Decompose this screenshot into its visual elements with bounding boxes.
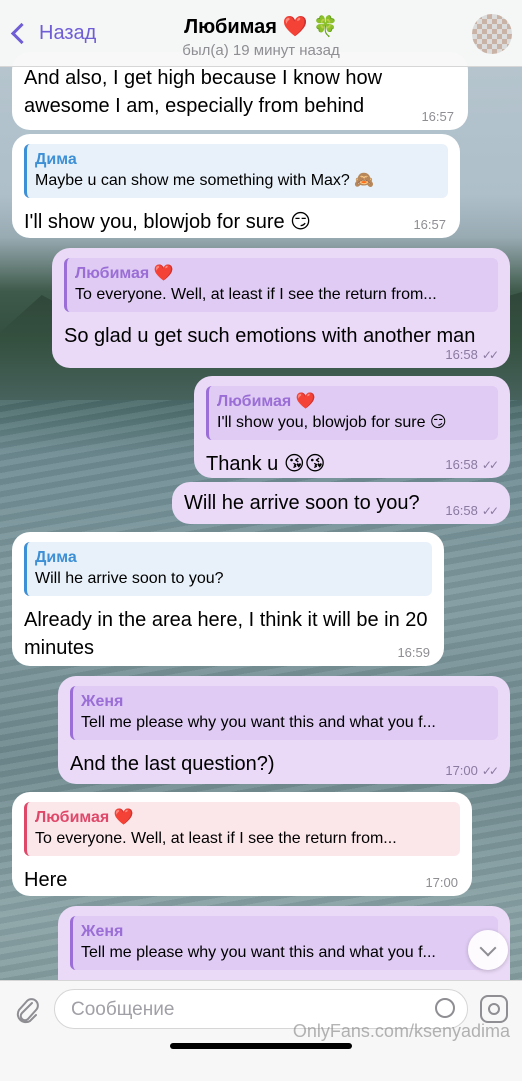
reply-quote[interactable]: Дима Will he arrive soon to you?	[24, 542, 432, 596]
message-outgoing[interactable]: Любимая ❤️ To everyone. Well, at least i…	[52, 248, 510, 368]
reply-text: To everyone. Well, at least if I see the…	[35, 830, 397, 847]
message-input-bar: OnlyFans.com/ksenyadima	[0, 980, 522, 1081]
reply-author: Женя	[81, 923, 124, 940]
message-text: And the last question?)	[70, 753, 275, 775]
reply-author: Любимая ❤️	[217, 393, 316, 410]
message-text: And also, I get high because I know how …	[24, 67, 383, 117]
heart-icon: ❤️	[282, 16, 308, 38]
message-text: Here	[24, 869, 68, 891]
reply-quote[interactable]: Любимая ❤️ I'll show you, blowjob for su…	[206, 386, 498, 440]
reply-quote[interactable]: Женя Tell me please why you want this an…	[70, 916, 498, 970]
reply-text: I'll show you, blowjob for sure 😏	[217, 414, 447, 431]
sticker-icon[interactable]	[435, 998, 455, 1018]
message-incoming[interactable]: Дима Maybe u can show me something with …	[12, 134, 460, 238]
message-time: 16:58 ✓✓	[445, 457, 499, 472]
last-seen-status: был(а) 19 минут назад	[182, 42, 340, 59]
message-time: 16:59	[397, 645, 430, 660]
reply-quote[interactable]: Любимая ❤️ To everyone. Well, at least i…	[24, 802, 460, 856]
read-checks-icon: ✓✓	[481, 504, 499, 518]
avatar[interactable]	[472, 14, 512, 54]
reply-text: Tell me please why you want this and wha…	[81, 714, 436, 731]
message-text: I'll show you, blowjob for sure 😏	[24, 211, 312, 233]
reply-author: Любимая ❤️	[75, 265, 174, 282]
message-time: 16:58 ✓✓	[445, 347, 499, 362]
reply-text: Will he arrive soon to you?	[35, 570, 224, 587]
reply-author: Любимая ❤️	[35, 809, 134, 826]
chat-title[interactable]: Любимая ❤️ 🍀	[0, 14, 522, 39]
read-checks-icon: ✓✓	[481, 764, 499, 778]
message-incoming[interactable]: Дима Will he arrive soon to you? Already…	[12, 532, 444, 666]
message-time: 17:00	[425, 875, 458, 890]
message-time: 17:00 ✓✓	[445, 763, 499, 778]
message-text: Already in the area here, I think it wil…	[24, 609, 428, 659]
reply-author: Женя	[81, 693, 124, 710]
chat-title-text: Любимая	[184, 16, 277, 38]
message-text: So glad u get such emotions with another…	[64, 325, 476, 347]
message-outgoing[interactable]: Любимая ❤️ I'll show you, blowjob for su…	[194, 376, 510, 478]
reply-text: Tell me please why you want this and wha…	[81, 944, 436, 961]
reply-quote[interactable]: Женя Tell me please why you want this an…	[70, 686, 498, 740]
clover-icon: 🍀	[312, 16, 338, 38]
reply-text: Maybe u can show me something with Max? …	[35, 172, 375, 189]
read-checks-icon: ✓✓	[481, 348, 499, 362]
scroll-down-icon	[479, 939, 497, 957]
read-checks-icon: ✓✓	[481, 458, 499, 472]
camera-icon[interactable]	[480, 995, 508, 1023]
chat-header: Назад Любимая ❤️ 🍀 был(а) 19 минут назад	[0, 0, 522, 67]
reply-quote[interactable]: Любимая ❤️ To everyone. Well, at least i…	[64, 258, 498, 312]
watermark: OnlyFans.com/ksenyadima	[292, 1021, 510, 1041]
reply-author: Дима	[35, 151, 77, 168]
scroll-down-button[interactable]	[468, 930, 508, 970]
reply-quote[interactable]: Дима Maybe u can show me something with …	[24, 144, 448, 198]
message-time: 16:58 ✓✓	[445, 503, 499, 518]
message-outgoing[interactable]: Женя Tell me please why you want this an…	[58, 676, 510, 784]
message-outgoing[interactable]: Will he arrive soon to you? 16:58 ✓✓	[172, 482, 510, 524]
message-incoming[interactable]: Любимая ❤️ To everyone. Well, at least i…	[12, 792, 472, 896]
attach-icon[interactable]	[14, 995, 40, 1025]
home-indicator	[170, 1043, 352, 1049]
reply-text: To everyone. Well, at least if I see the…	[75, 286, 437, 303]
reply-author: Дима	[35, 549, 77, 566]
message-time: 16:57	[421, 109, 454, 124]
message-time: 16:57	[413, 217, 446, 232]
